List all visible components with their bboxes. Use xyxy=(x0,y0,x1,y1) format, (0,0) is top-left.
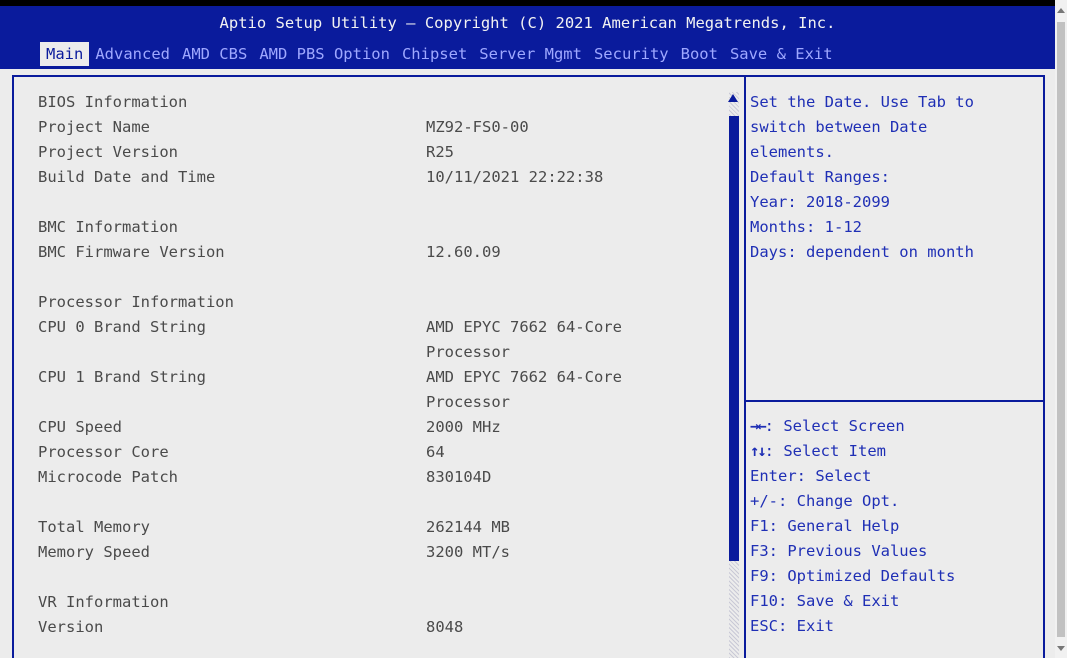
key-select-screen-label: : Select Screen xyxy=(764,417,905,435)
tab-boot[interactable]: Boot xyxy=(675,42,724,66)
help-line-1: Set the Date. Use Tab to xyxy=(750,93,974,111)
bmc-info-header: BMC Information xyxy=(38,218,178,236)
key-select-item: ↑↓: Select Item xyxy=(750,439,886,464)
project-name-value: MZ92-FS0-00 xyxy=(426,118,529,136)
tab-bar: Main Advanced AMD CBS AMD PBS Option Chi… xyxy=(40,42,839,66)
cpu-speed-value: 2000 MHz xyxy=(426,418,501,436)
build-date-label: Build Date and Time xyxy=(38,168,216,186)
memory-speed-value: 3200 MT/s xyxy=(426,543,510,561)
cpu0-value-line2: Processor xyxy=(426,343,510,361)
project-name-label: Project Name xyxy=(38,118,150,136)
tab-advanced[interactable]: Advanced xyxy=(89,42,176,66)
key-f1: F1: General Help xyxy=(750,517,900,535)
help-line-7: Days: dependent on month xyxy=(750,243,974,261)
bmc-fw-label: BMC Firmware Version xyxy=(38,243,225,261)
tab-amd-cbs[interactable]: AMD CBS xyxy=(176,42,253,66)
build-date-value: 10/11/2021 22:22:38 xyxy=(426,168,604,186)
total-memory-value: 262144 MB xyxy=(426,518,510,536)
tab-save-exit[interactable]: Save & Exit xyxy=(724,42,839,66)
bios-info-header: BIOS Information xyxy=(38,93,188,111)
help-divider xyxy=(746,400,1043,402)
title-bar: Aptio Setup Utility – Copyright (C) 2021… xyxy=(0,0,1055,69)
project-version-label: Project Version xyxy=(38,143,178,161)
cpu0-label: CPU 0 Brand String xyxy=(38,318,206,336)
project-version-value: R25 xyxy=(426,143,454,161)
tab-main[interactable]: Main xyxy=(40,42,90,66)
microcode-label: Microcode Patch xyxy=(38,468,178,486)
window-title: Aptio Setup Utility – Copyright (C) 2021… xyxy=(219,14,836,32)
vr-info-header: VR Information xyxy=(38,593,169,611)
up-down-arrows-icon: ↑↓ xyxy=(750,442,767,460)
help-line-4: Default Ranges: xyxy=(750,168,890,186)
page-scroll-down-icon[interactable] xyxy=(1057,646,1065,651)
scrollbar-thumb[interactable] xyxy=(729,116,739,561)
key-f10: F10: Save & Exit xyxy=(750,592,900,610)
help-line-2: switch between Date xyxy=(750,118,928,136)
vr-version-label: Version xyxy=(38,618,104,636)
cpu0-value-line1: AMD EPYC 7662 64-Core xyxy=(426,318,622,336)
help-line-3: elements. xyxy=(750,143,834,161)
total-memory-label: Total Memory xyxy=(38,518,150,536)
tab-chipset[interactable]: Chipset xyxy=(396,42,473,66)
help-line-5: Year: 2018-2099 xyxy=(750,193,890,211)
vr-version-value: 8048 xyxy=(426,618,464,636)
tab-server-mgmt[interactable]: Server Mgmt xyxy=(473,42,588,66)
help-line-6: Months: 1-12 xyxy=(750,218,862,236)
cpu1-label: CPU 1 Brand String xyxy=(38,368,206,386)
microcode-value: 830104D xyxy=(426,468,492,486)
key-change-opt: +/-: Change Opt. xyxy=(750,492,900,510)
cpu-speed-label: CPU Speed xyxy=(38,418,122,436)
key-esc: ESC: Exit xyxy=(750,617,834,635)
tab-amd-pbs-option[interactable]: AMD PBS Option xyxy=(253,42,396,66)
page-scrollbar-thumb[interactable] xyxy=(1057,22,1065,637)
bios-screen: Aptio Setup Utility – Copyright (C) 2021… xyxy=(0,0,1055,658)
left-right-arrows-icon: →← xyxy=(750,417,767,435)
proc-core-label: Processor Core xyxy=(38,443,169,461)
scroll-up-arrow-icon[interactable] xyxy=(728,94,738,102)
panel-divider xyxy=(744,75,746,658)
key-f9: F9: Optimized Defaults xyxy=(750,567,956,585)
key-f3: F3: Previous Values xyxy=(750,542,928,560)
key-enter: Enter: Select xyxy=(750,467,872,485)
cpu1-value-line1: AMD EPYC 7662 64-Core xyxy=(426,368,622,386)
proc-core-value: 64 xyxy=(426,443,445,461)
memory-speed-label: Memory Speed xyxy=(38,543,150,561)
cpu1-value-line2: Processor xyxy=(426,393,510,411)
key-select-item-label: : Select Item xyxy=(764,442,886,460)
key-select-screen: →←: Select Screen xyxy=(750,414,905,439)
page-scroll-up-icon[interactable] xyxy=(1057,8,1065,13)
bmc-fw-value: 12.60.09 xyxy=(426,243,501,261)
proc-info-header: Processor Information xyxy=(38,293,234,311)
tab-security[interactable]: Security xyxy=(588,42,675,66)
